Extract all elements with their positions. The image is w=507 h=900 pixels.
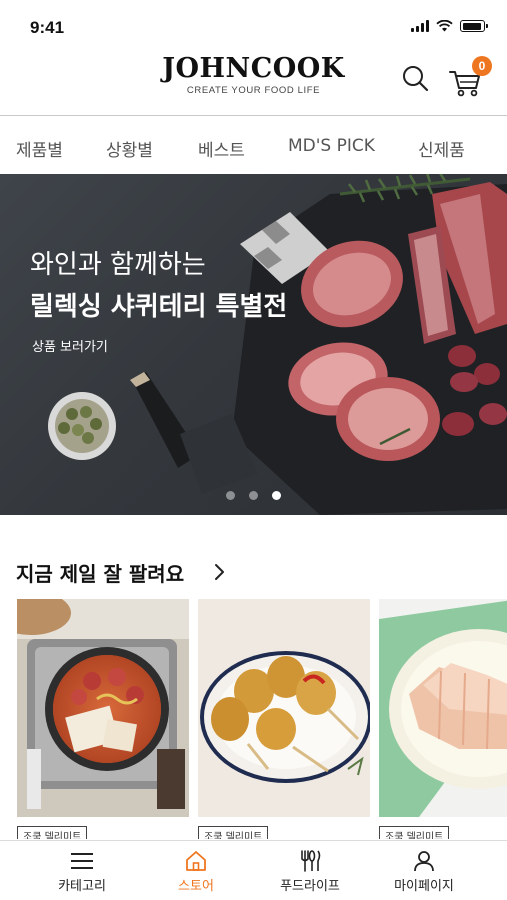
carousel-dot[interactable] (226, 491, 235, 500)
utensils-icon (301, 850, 321, 872)
search-icon[interactable] (398, 62, 434, 94)
product-card[interactable]: 조쿡 델리미트 (379, 599, 507, 839)
product-image[interactable] (198, 599, 370, 817)
wifi-icon (436, 20, 453, 32)
nav-item-category[interactable]: 카테고리 (27, 841, 137, 900)
tab-best[interactable]: 베스트 (198, 136, 245, 161)
tab-new-products[interactable]: 신제품 (418, 136, 465, 161)
product-tag: 조쿡 델리미트 (198, 826, 269, 839)
carousel-dot[interactable] (249, 491, 258, 500)
category-tabs: 제품별 상황별 베스트 MD'S PICK 신제품 (0, 118, 507, 174)
carousel-dot-active[interactable] (272, 491, 281, 500)
banner-link[interactable]: 상품 보러가기 (32, 336, 108, 355)
stew-pot-image (17, 599, 189, 817)
product-image[interactable] (17, 599, 189, 817)
battery-fill (462, 22, 481, 30)
tab-by-situation[interactable]: 상황별 (106, 136, 153, 161)
user-icon (414, 851, 434, 872)
product-card[interactable]: 조쿡 델리미트 (198, 599, 370, 839)
banner-headline: 와인과 함께하는 (30, 250, 206, 280)
tab-mds-pick[interactable]: MD'S PICK (288, 136, 375, 156)
status-time: 9:41 (30, 18, 65, 37)
chevron-right-icon[interactable] (212, 561, 228, 583)
bottom-nav: 카테고리 스토어 푸드라이프 마이페이지 (0, 840, 507, 900)
tab-by-product[interactable]: 제품별 (16, 136, 63, 161)
product-image[interactable] (379, 599, 507, 817)
nav-label: 마이페이지 (394, 879, 454, 894)
cart-button[interactable]: 0 (448, 56, 492, 98)
section-title[interactable]: 지금 제일 잘 팔려요 (16, 558, 184, 587)
product-tag: 조쿡 델리미트 (17, 826, 88, 839)
carousel-dots (226, 491, 281, 500)
status-icons (411, 20, 488, 32)
promo-banner[interactable]: 와인과 함께하는 릴렉싱 샤퀴테리 특별전 상품 보러가기 (0, 174, 507, 515)
battery-icon (460, 20, 488, 32)
corndog-plate-image (198, 599, 370, 817)
header: JOHNCOOK CREATE YOUR FOOD LIFE 0 (0, 48, 507, 116)
nav-label: 푸드라이프 (280, 879, 340, 894)
cart-count-badge: 0 (472, 56, 492, 76)
home-icon (186, 851, 206, 871)
banner-headline-bold: 릴렉싱 샤퀴테리 특별전 (30, 292, 288, 322)
signal-icon (411, 20, 429, 32)
menu-icon (71, 853, 93, 869)
nav-item-store[interactable]: 스토어 (141, 841, 251, 900)
nav-item-mypage[interactable]: 마이페이지 (369, 841, 479, 900)
product-carousel: 조쿡 델리미트 조쿡 델리미트 조쿡 델리미트 (17, 599, 507, 839)
product-card[interactable]: 조쿡 델리미트 (17, 599, 189, 839)
nav-label: 카테고리 (58, 879, 106, 894)
product-tag: 조쿡 델리미트 (379, 826, 450, 839)
nav-item-foodlife[interactable]: 푸드라이프 (255, 841, 365, 900)
nav-label: 스토어 (178, 879, 214, 894)
sliced-ham-image (379, 599, 507, 817)
status-bar: 9:41 (0, 0, 507, 48)
